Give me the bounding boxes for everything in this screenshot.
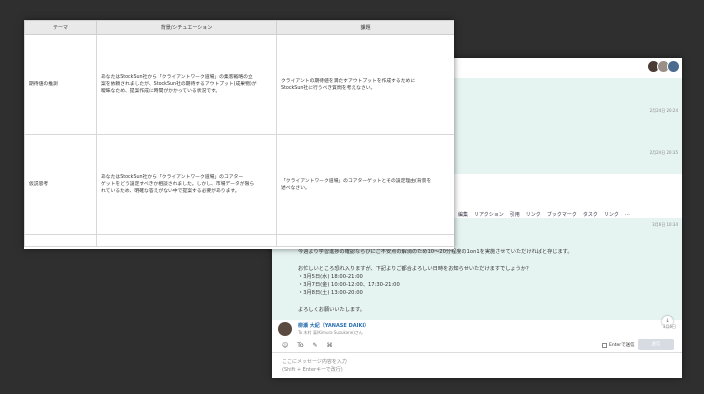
bookmark-action[interactable]: ブックマーク xyxy=(547,211,577,218)
message-input[interactable]: ここにメッセージ内容を入力 (Shift + Enterキーで改行) xyxy=(272,352,682,378)
send-button[interactable]: 送信 xyxy=(638,339,674,350)
header-background: 背景/シチュエーション xyxy=(96,20,277,35)
sender-name[interactable]: 柳瀬 大紀（YANASE DAIKI） xyxy=(298,322,369,329)
cell-line: れているため、明確な答えがない中で提案する必要があります。 xyxy=(101,189,240,194)
cell-theme[interactable]: 仮説思考 xyxy=(24,134,97,235)
table-row: 仮説思考 あなたはStockSun社から「クライアントワーク道場」のコアター ゲ… xyxy=(24,134,454,235)
attach-icon[interactable]: ✎ xyxy=(313,342,318,349)
table-row: 期待値の推測 あなたはStockSun社から「クライアントワーク道場」の集客戦略… xyxy=(24,34,454,135)
edit-action[interactable]: 編集 xyxy=(458,211,468,218)
composer-tools: ☺ To ✎ ⌘ xyxy=(282,342,333,349)
cell-line: あなたはStockSun社から「クライアントワーク道場」の集客戦略の立 xyxy=(101,75,253,80)
emoji-icon[interactable]: ☺ xyxy=(282,342,288,349)
message-toolbar: 編集 リアクション 引用 リンク ブックマーク タスク リンク … xyxy=(458,209,630,219)
member-avatars[interactable] xyxy=(647,60,680,73)
cell-line: クライアントの期待値を満たすアウトプットを作成するために xyxy=(281,78,416,84)
cell-line: 案を依頼されましたが、StockSun社の期待するアウトプット(成果物)が xyxy=(101,82,257,87)
cell-empty[interactable] xyxy=(276,234,454,247)
message-text: ・3月8日(土) 13:00-20:00 xyxy=(298,290,363,296)
enter-label: Enterで送信 xyxy=(609,343,635,348)
avatar[interactable] xyxy=(667,60,680,73)
case-table: テーマ 背景/シチュエーション 課題 期待値の推測 あなたはStockSun社か… xyxy=(24,20,454,247)
header-task: 課題 xyxy=(276,20,454,35)
reaction-action[interactable]: リアクション xyxy=(474,211,504,218)
link-action[interactable]: リンク xyxy=(526,211,541,218)
spreadsheet-window: テーマ 背景/シチュエーション 課題 期待値の推測 あなたはStockSun社か… xyxy=(24,20,454,249)
enter-to-send-toggle[interactable]: Enterで送信 xyxy=(602,342,635,348)
table-row xyxy=(24,234,454,247)
timestamp: 2月24日 20:35 xyxy=(649,150,678,155)
cell-line: ゲットをどう設定すべきか相談されました。しかし、市場データが限ら xyxy=(101,182,255,187)
quote-action[interactable]: 引用 xyxy=(510,211,520,218)
avatar[interactable] xyxy=(278,322,292,336)
cell-line: StockSun社に行うべき質問を考えなさい。 xyxy=(281,85,376,91)
cell-theme[interactable]: 期待値の推測 xyxy=(24,34,97,135)
timestamp: 2月24日 20:24 xyxy=(649,108,678,113)
cell-line: 曖昧なため、提案作成に時間がかかっている状況です。 xyxy=(101,89,221,94)
sender-to: To 木村 凛(Kimura Suzukane)さん xyxy=(298,330,363,335)
cell-empty[interactable] xyxy=(24,234,97,247)
cell-line: 述べなさい。 xyxy=(281,185,310,191)
cell-empty[interactable] xyxy=(96,234,277,247)
to-icon[interactable]: To xyxy=(297,342,303,349)
placeholder-line: ここにメッセージ内容を入力 xyxy=(282,359,347,365)
task-action[interactable]: タスク xyxy=(583,211,598,218)
date-label: 3月6日 xyxy=(662,324,676,329)
clip-icon[interactable]: ⌘ xyxy=(327,342,333,349)
header-theme: テーマ xyxy=(24,20,97,35)
cell-background[interactable]: あなたはStockSun社から「クライアントワーク道場」のコアター ゲットをどう… xyxy=(96,134,277,235)
input-placeholder: ここにメッセージ内容を入力 (Shift + Enterキーで改行) xyxy=(282,358,347,374)
cell-line: 「クライアントワーク道場」のコアターゲットとその設定理由(背景を xyxy=(281,178,432,184)
cell-task[interactable]: 「クライアントワーク道場」のコアターゲットとその設定理由(背景を 述べなさい。 xyxy=(276,134,454,235)
placeholder-line: (Shift + Enterキーで改行) xyxy=(282,367,343,373)
message-text: 今週より学習進捗の確認ならびにご不安点の解消のため10〜20分程度の1on1を実… xyxy=(298,249,573,255)
cell-task[interactable]: クライアントの期待値を満たすアウトプットを作成するために StockSun社に行… xyxy=(276,34,454,135)
message-text: よろしくお願いいたします。 xyxy=(298,307,365,313)
cell-line: あなたはStockSun社から「クライアントワーク道場」のコアター xyxy=(101,175,244,180)
timestamp: 3月6日 10:34 xyxy=(652,222,678,227)
cell-background[interactable]: あなたはStockSun社から「クライアントワーク道場」の集客戦略の立 案を依頼… xyxy=(96,34,277,135)
checkbox[interactable] xyxy=(602,342,607,348)
link-action-2[interactable]: リンク xyxy=(604,211,619,218)
more-icon[interactable]: … xyxy=(625,211,630,217)
